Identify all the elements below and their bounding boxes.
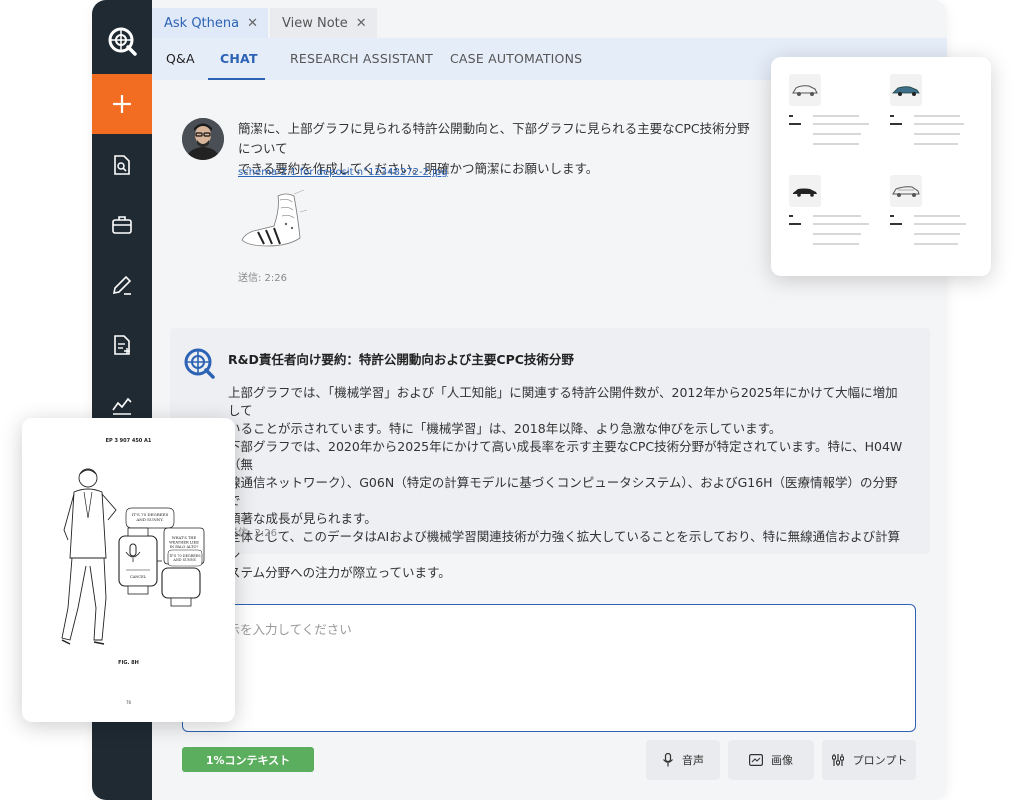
placeholder-line (789, 223, 801, 225)
answer-body: 上部グラフでは、「機械学習」および「人工知能」に関連する特許公開件数が、2012… (228, 384, 908, 582)
patent-page-number: 76 (125, 700, 132, 705)
patent-figure-label: FIG. 8H (118, 660, 139, 666)
answer-line: 全体として、このデータはAIおよび機械学習関連技術が力強く拡大していることを示し… (228, 529, 901, 562)
placeholder-line (890, 115, 894, 117)
voice-button[interactable]: 音声 (646, 740, 720, 780)
sent-time: 送信: 2:26 (228, 528, 278, 539)
placeholder-line (813, 243, 859, 245)
placeholder-line (813, 215, 861, 217)
answer-line: 上部グラフでは、「機械学習」および「人工知能」に関連する特許公開件数が、2012… (228, 385, 898, 418)
attachment-link[interactable]: schema-2.1 for deposit n°12348272-2.jpg (238, 167, 448, 178)
placeholder-line (890, 123, 902, 125)
placeholder-line (789, 123, 801, 125)
answer-line: いることが示されています。特に「機械学習」は、2018年以降、より急激な伸びを示… (228, 421, 782, 436)
prompt-input[interactable] (213, 617, 897, 721)
sent-time: 送信: 2:26 (238, 273, 288, 284)
prompt-input-box (182, 604, 916, 732)
answer-line: 下部グラフでは、2020年から2025年にかけて高い成長率を示す主要なCPC技術… (228, 439, 903, 472)
speech-bubble-text: IT'S 70 DEGREES AND SUNNY. (169, 554, 201, 562)
placeholder-line (914, 223, 966, 225)
image-button[interactable]: 画像 (728, 740, 814, 780)
placeholder-line (890, 223, 902, 225)
chart-line-icon[interactable] (110, 393, 134, 417)
car-drawings-card (771, 57, 991, 276)
user-avatar-icon (182, 118, 224, 160)
placeholder-line (914, 215, 960, 217)
car-icon (793, 188, 817, 197)
nav-case-automations[interactable]: CASE AUTOMATIONS (450, 38, 582, 80)
patent-drawing-card: EP 3 907 450 A1 IT'S 70 DEGREES AND SUNNY… (22, 418, 235, 722)
car-thumbnail[interactable] (890, 74, 922, 106)
car-icon (892, 186, 920, 197)
car-thumbnail[interactable] (890, 175, 922, 207)
nav-chat[interactable]: CHAT (220, 38, 258, 80)
context-button[interactable]: 1%コンテキスト (182, 747, 314, 772)
placeholder-line (813, 223, 869, 225)
briefcase-icon[interactable] (110, 213, 134, 237)
tab-label: Ask Qthena (164, 15, 240, 31)
qthena-assistant-icon (184, 348, 215, 379)
answer-line: 顕著な成長が見られます。 (228, 511, 377, 526)
car-thumbnail[interactable] (789, 175, 821, 207)
window-tabs: Ask Qthena ✕ View Note ✕ (152, 8, 379, 38)
qthena-logo-icon[interactable] (106, 25, 138, 57)
cancel-text: CANCEL (130, 575, 147, 579)
answer-title: R&D責任者向け要約：特許公開動向および主要CPC技術分野 (228, 352, 574, 367)
close-icon[interactable]: ✕ (247, 16, 258, 31)
voice-label: 音声 (682, 754, 704, 767)
microphone-icon (663, 753, 673, 767)
answer-line: ステム分野への注力が際立っています。 (228, 565, 451, 580)
pen-icon[interactable] (110, 273, 134, 297)
patent-number: EP 3 907 450 A1 (105, 438, 152, 444)
attachment-thumbnail[interactable] (238, 188, 308, 254)
placeholder-line (914, 243, 958, 245)
placeholder-line (914, 143, 958, 145)
nav-research-assistant[interactable]: RESEARCH ASSISTANT (290, 38, 433, 80)
placeholder-line (813, 115, 859, 117)
placeholder-line (914, 233, 960, 235)
document-search-icon[interactable] (110, 153, 134, 177)
car-icon (792, 85, 818, 96)
image-label: 画像 (771, 754, 793, 767)
placeholder-line (789, 215, 793, 217)
close-icon[interactable]: ✕ (356, 16, 367, 31)
tab-label: View Note (282, 15, 348, 31)
patent-figure: IT'S 70 DEGREES AND SUNNY. WHAT'S THE WEAT… (61, 468, 205, 645)
placeholder-line (914, 123, 964, 125)
user-message-line: 簡潔に、上部グラフに見られる特許公開動向と、下部グラフに見られる主要なCPC技術… (238, 121, 750, 156)
placeholder-line (914, 133, 960, 135)
speech-bubble-text: WHAT'S THE WEATHER LIKE IN PALO ALTO? (169, 536, 199, 549)
plus-icon (113, 95, 131, 113)
placeholder-line (813, 143, 859, 145)
nav-qa[interactable]: Q&A (166, 38, 195, 80)
car-icon (892, 86, 920, 96)
prompt-label: プロンプト (852, 754, 908, 767)
placeholder-line (789, 115, 793, 117)
prompt-library-button[interactable]: プロンプト (822, 740, 916, 780)
sliders-icon (831, 754, 844, 766)
new-chat-button[interactable] (92, 74, 152, 134)
active-tab-indicator (208, 78, 265, 80)
placeholder-line (813, 233, 861, 235)
placeholder-line (890, 215, 894, 217)
speech-bubble-text: IT'S 70 DEGREES AND SUNNY. (132, 512, 169, 522)
placeholder-line (813, 133, 861, 135)
tab-view-note[interactable]: View Note ✕ (270, 8, 377, 38)
document-add-icon[interactable] (110, 333, 134, 357)
user-avatar (182, 118, 224, 160)
placeholder-line (914, 115, 960, 117)
answer-line: 線通信ネットワーク）、G06N（特定の計算モデルに基づくコンピュータシステム）、… (228, 475, 898, 508)
tab-ask-qthena[interactable]: Ask Qthena ✕ (152, 8, 269, 38)
image-icon (749, 754, 763, 766)
car-thumbnail[interactable] (789, 74, 821, 106)
placeholder-line (813, 123, 869, 125)
